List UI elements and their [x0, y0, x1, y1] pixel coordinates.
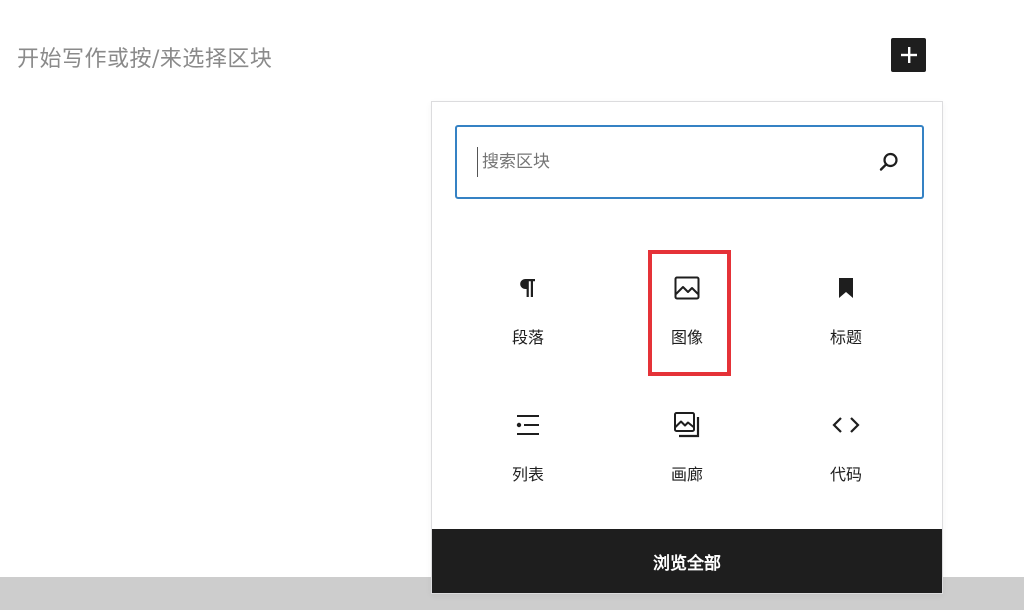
editor-canvas: 开始写作或按/来选择区块 段落: [0, 0, 1024, 610]
block-item-code[interactable]: 代码: [771, 382, 921, 502]
block-item-list[interactable]: 列表: [453, 382, 603, 502]
image-icon: [671, 272, 703, 304]
block-item-gallery[interactable]: 画廊: [612, 382, 762, 502]
block-item-image[interactable]: 图像: [612, 245, 762, 365]
gallery-icon: [671, 409, 703, 441]
editor-placeholder[interactable]: 开始写作或按/来选择区块: [17, 41, 272, 73]
search-icon[interactable]: [878, 151, 900, 173]
block-item-heading[interactable]: 标题: [771, 245, 921, 365]
block-inserter-popover: 段落 图像 标题: [431, 101, 943, 594]
search-input[interactable]: [477, 147, 862, 177]
list-icon: [512, 409, 544, 441]
browse-all-button[interactable]: 浏览全部: [432, 529, 942, 593]
block-label: 图像: [670, 328, 703, 347]
block-label: 标题: [829, 328, 862, 347]
block-label: 列表: [511, 465, 544, 484]
bookmark-icon: [830, 272, 862, 304]
add-block-button[interactable]: [891, 38, 926, 72]
block-label: 画廊: [670, 465, 703, 484]
block-label: 段落: [511, 328, 544, 347]
block-label: 代码: [829, 465, 862, 484]
code-icon: [830, 409, 862, 441]
plus-icon: [900, 47, 917, 63]
paragraph-icon: [512, 272, 544, 304]
search-box[interactable]: [455, 125, 924, 199]
block-item-paragraph[interactable]: 段落: [453, 245, 603, 365]
